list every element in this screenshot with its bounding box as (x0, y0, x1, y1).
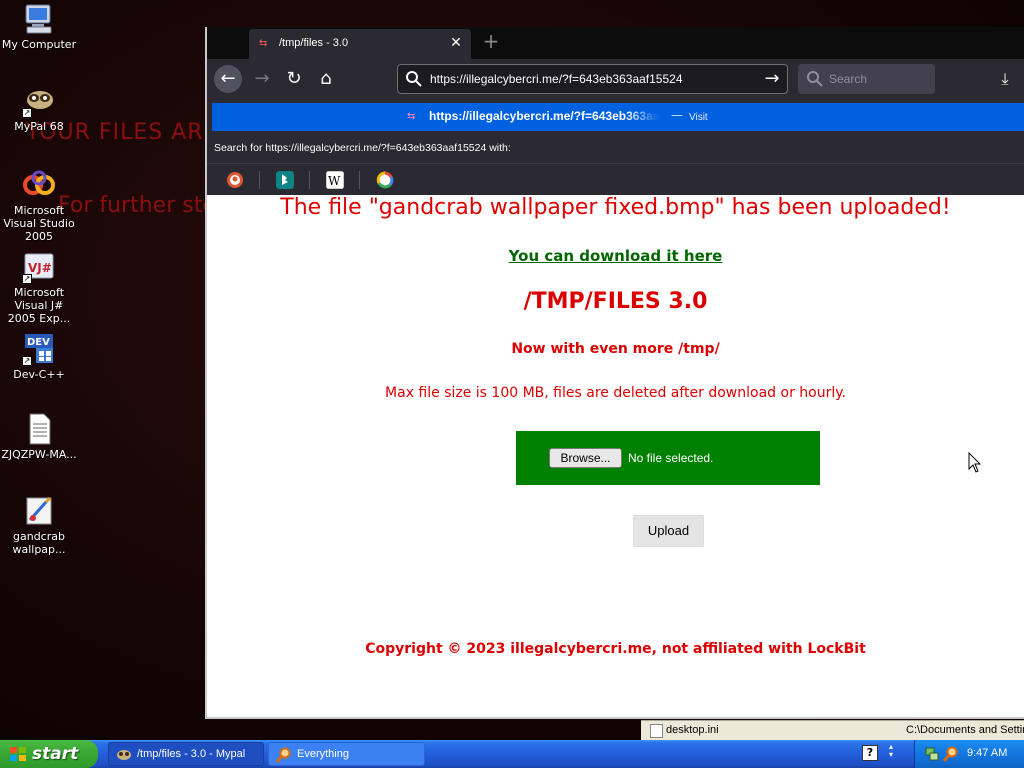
mypal-icon: ↗ (22, 84, 56, 118)
my-computer-icon (22, 2, 56, 36)
file-limits-note: Max file size is 100 MB, files are delet… (385, 385, 846, 401)
site-title: /TMP/FILES 3.0 (523, 289, 708, 314)
engine-divider (259, 171, 260, 189)
clock[interactable]: 9:47 AM (967, 747, 1007, 759)
file-status: No file selected. (628, 451, 714, 465)
desktop-icon-label: My Computer (1, 38, 77, 51)
navigation-toolbar: ← → ↻ ⌂ https://illegalcybercri.me/?f=64… (207, 59, 1024, 99)
text-file-icon (22, 412, 56, 446)
upload-confirmation: The file "gandcrab wallpaper fixed.bmp" … (280, 195, 951, 220)
suggestion-url: https://illegalcybercri.me/?f=643eb363aa… (429, 109, 659, 123)
svg-text:W: W (328, 174, 341, 188)
dev-cpp-icon: DEV ↗ (22, 332, 56, 366)
svg-text:DEV: DEV (27, 337, 50, 348)
home-button[interactable]: ⌂ (312, 65, 340, 93)
ini-file-icon (650, 724, 663, 738)
forward-button[interactable]: → (248, 65, 276, 93)
suggestion-separator: — (671, 108, 683, 122)
search-icon (406, 71, 422, 87)
copyright-footer: Copyright © 2023 illegalcybercri.me, not… (365, 641, 866, 657)
reload-button[interactable]: ↻ (280, 65, 308, 93)
search-placeholder: Search (829, 72, 868, 86)
windows-flag-icon (10, 747, 26, 761)
upload-button[interactable]: Upload (633, 515, 704, 547)
engine-divider (309, 171, 310, 189)
search-engine-row: W (207, 163, 1024, 195)
close-tab-icon[interactable]: ✕ (447, 34, 465, 52)
url-suggestions-dropdown: ⇆ https://illegalcybercri.me/?f=643eb363… (207, 99, 1024, 195)
download-link[interactable]: You can download it here (207, 247, 1024, 265)
browse-button[interactable]: Browse... (549, 448, 622, 468)
duckduckgo-icon[interactable] (226, 171, 244, 189)
desktop-icon-label: MyPal 68 (14, 120, 64, 133)
explorer-status-strip: desktop.ini C:\Documents and Settin (641, 720, 1024, 740)
system-tray: 9:47 AM (914, 740, 1024, 768)
url-text: https://illegalcybercri.me/?f=643eb363aa… (430, 72, 683, 86)
tab-strip: ⇆ /tmp/files - 3.0 ✕ + (207, 27, 1024, 59)
desktop-icon-mypal[interactable]: ↗ MyPal 68 (0, 84, 78, 133)
shortcut-arrow-icon: ↗ (22, 274, 32, 284)
suggestion-action: Visit (689, 112, 708, 123)
start-label: start (32, 744, 79, 764)
desktop-icon-label: Dev-C++ (13, 368, 65, 381)
site-favicon-icon: ⇆ (407, 111, 416, 122)
desktop-icon-my-computer[interactable]: My Computer (0, 2, 78, 51)
taskbar: start /tmp/files - 3.0 - Mypal Everythin… (0, 740, 1024, 768)
taskbar-item-label: /tmp/files - 3.0 - Mypal (137, 748, 246, 760)
site-tagline: Now with even more /tmp/ (511, 341, 720, 357)
taskbar-item-mypal[interactable]: /tmp/files - 3.0 - Mypal (108, 742, 264, 766)
network-tray-icon[interactable] (925, 746, 939, 762)
paint-image-icon (22, 494, 56, 528)
help-icon[interactable]: ? (862, 745, 878, 761)
tab-title: /tmp/files - 3.0 (279, 37, 349, 49)
svg-text:VJ#: VJ# (28, 261, 52, 275)
site-favicon-icon: ⇆ (259, 38, 268, 49)
desktop-icon-gandcrab-wallpaper[interactable]: gandcrab wallpap... (0, 494, 78, 556)
bing-icon[interactable] (276, 171, 294, 189)
file-path: C:\Documents and Settin (906, 724, 1024, 736)
engine-divider (359, 171, 360, 189)
mypal-icon (117, 750, 131, 760)
search-box[interactable]: Search (798, 64, 935, 94)
shortcut-arrow-icon: ↗ (22, 356, 32, 366)
mouse-cursor-icon (968, 452, 982, 473)
desktop-icon-visual-jsharp[interactable]: VJ# ↗ Microsoft Visual J# 2005 Exp... (0, 250, 78, 325)
url-bar[interactable]: https://illegalcybercri.me/?f=643eb363aa… (397, 64, 788, 94)
start-button[interactable]: start (0, 740, 98, 768)
wikipedia-icon[interactable]: W (326, 171, 344, 189)
magnifier-icon (276, 747, 291, 763)
file-name[interactable]: desktop.ini (666, 724, 719, 736)
desktop-icon-dev-cpp[interactable]: DEV ↗ Dev-C++ (0, 332, 78, 381)
visual-studio-icon (22, 168, 56, 202)
desktop-icon-label: Microsoft Visual J# 2005 Exp... (7, 286, 71, 325)
search-with-label: Search for https://illegalcybercri.me/?f… (214, 142, 511, 154)
shortcut-arrow-icon: ↗ (22, 108, 32, 118)
wallpaper-ransom-subtitle: For further ste (58, 193, 216, 218)
desktop-icon-label: gandcrab wallpap... (12, 530, 66, 556)
downloads-icon[interactable]: ⤓ (993, 67, 1017, 91)
magnifier-icon[interactable] (943, 746, 959, 762)
search-icon (807, 71, 823, 87)
back-button[interactable]: ← (214, 65, 242, 93)
file-picker-panel: Browse... No file selected. (516, 431, 820, 485)
taskbar-item-everything[interactable]: Everything (268, 742, 425, 766)
desktop-icon-visual-studio[interactable]: Microsoft Visual Studio 2005 (0, 168, 78, 243)
visual-jsharp-icon: VJ# ↗ (22, 250, 56, 284)
google-icon[interactable] (376, 171, 394, 189)
tab-tmp-files[interactable]: ⇆ /tmp/files - 3.0 ✕ (249, 29, 471, 59)
go-arrow-icon[interactable]: → (761, 68, 783, 90)
page-content: The file "gandcrab wallpaper fixed.bmp" … (207, 195, 1024, 717)
desktop-icon-label: Microsoft Visual Studio 2005 (3, 204, 75, 243)
new-tab-button[interactable]: + (481, 31, 501, 52)
desktop-icon-text-file[interactable]: ZJQZPW-MA... (0, 412, 78, 461)
suggestion-row[interactable]: ⇆ https://illegalcybercri.me/?f=643eb363… (212, 103, 1024, 131)
desktop-icon-label: ZJQZPW-MA... (1, 448, 77, 461)
taskbar-item-label: Everything (297, 748, 349, 760)
taskbar-scroll-arrows[interactable]: ▴ ▾ (886, 743, 896, 765)
browser-window: ⇆ /tmp/files - 3.0 ✕ + ← → ↻ ⌂ https://i… (205, 27, 1024, 719)
